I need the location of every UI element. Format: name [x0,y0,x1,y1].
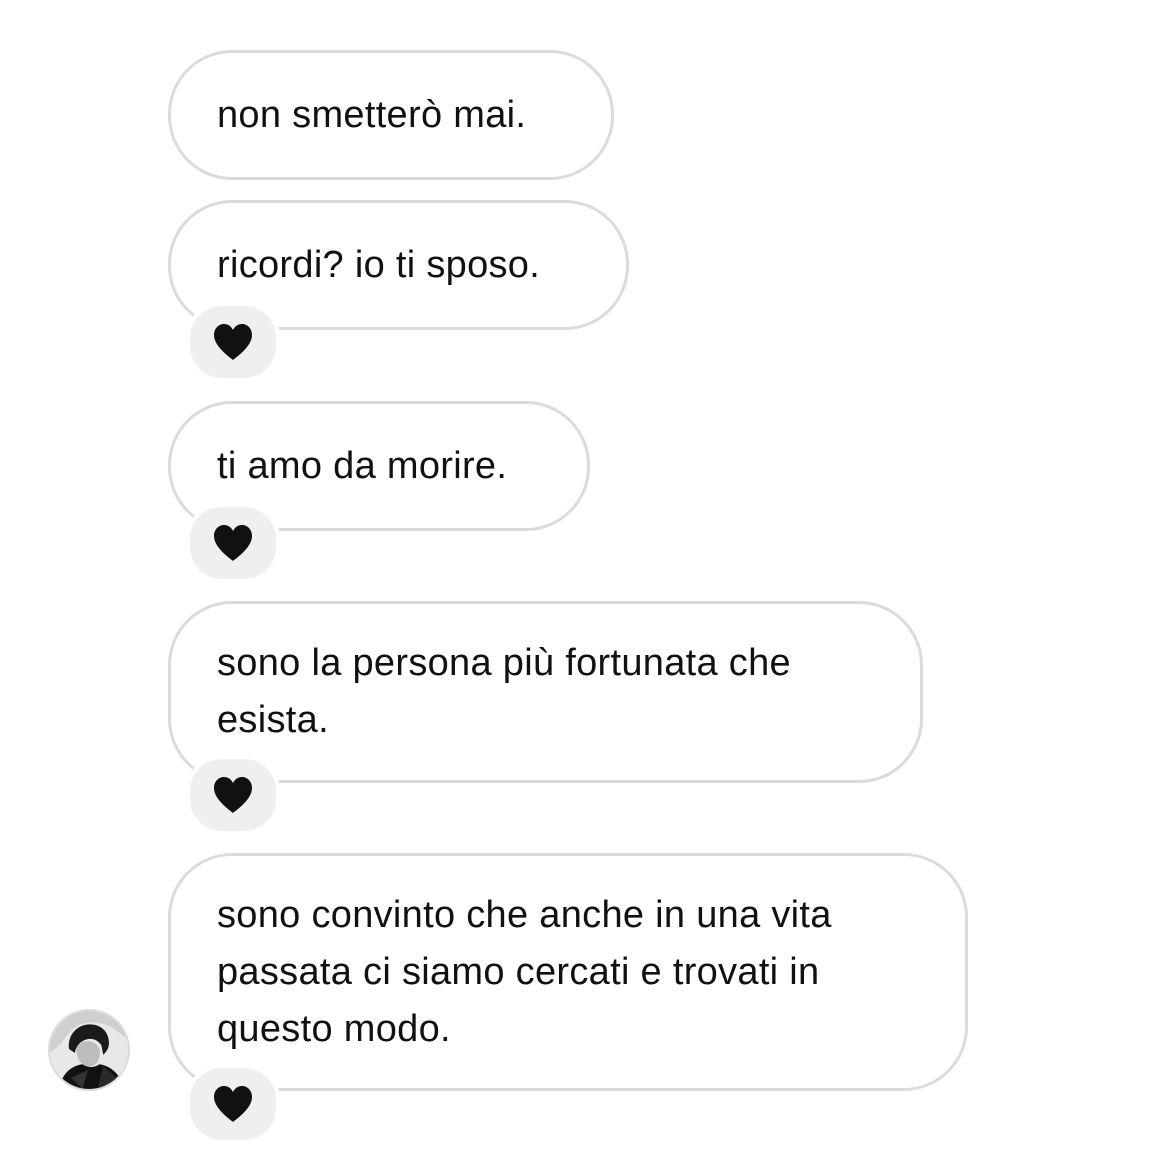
black-heart-icon [211,775,255,815]
black-heart-icon [211,523,255,563]
message-text: ti amo da morire. [217,444,508,487]
message-bubble[interactable]: sono convinto che anche in una vita pass… [168,853,968,1091]
reaction-badge[interactable] [186,302,280,382]
reaction-badge[interactable] [186,755,280,835]
profile-photo-icon [50,1011,128,1089]
black-heart-icon [211,1084,255,1124]
message-text: non smetterò mai. [217,93,527,136]
reaction-badge[interactable] [186,1064,280,1144]
message-text: ricordi? io ti sposo. [217,243,541,286]
message-text: sono la persona più fortunata che esista… [217,642,791,741]
message-text: sono convinto che anche in una vita pass… [217,893,832,1050]
message-bubble[interactable]: non smetterò mai. [168,50,614,180]
reaction-badge[interactable] [186,503,280,583]
message-bubble[interactable]: sono la persona più fortunata che esista… [168,601,923,783]
avatar[interactable] [48,1009,130,1091]
black-heart-icon [211,322,255,362]
